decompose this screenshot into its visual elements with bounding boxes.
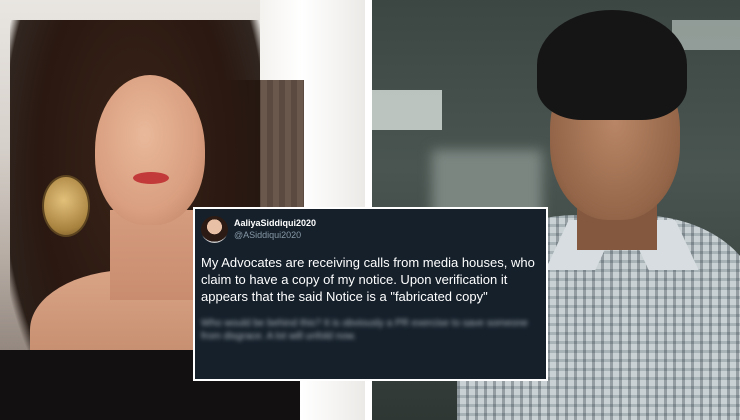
window-light — [372, 90, 442, 130]
tweet-text: My Advocates are receiving calls from me… — [201, 255, 535, 304]
face — [95, 75, 205, 225]
earring — [42, 175, 90, 237]
tweet-body: My Advocates are receiving calls from me… — [201, 254, 540, 305]
user-handle[interactable]: @ASiddiqui2020 — [234, 229, 316, 241]
tweet-card: AaliyaSiddiqui2020 @ASiddiqui2020 My Adv… — [193, 207, 548, 381]
lips — [133, 172, 169, 184]
hair — [537, 10, 687, 120]
tweet-header: AaliyaSiddiqui2020 @ASiddiqui2020 — [201, 214, 540, 244]
blurred-tweet-text: Who would be behind this? It is obviousl… — [201, 318, 528, 342]
tweet-author: AaliyaSiddiqui2020 @ASiddiqui2020 — [234, 217, 316, 241]
avatar[interactable] — [201, 215, 228, 243]
display-name[interactable]: AaliyaSiddiqui2020 — [234, 217, 316, 229]
